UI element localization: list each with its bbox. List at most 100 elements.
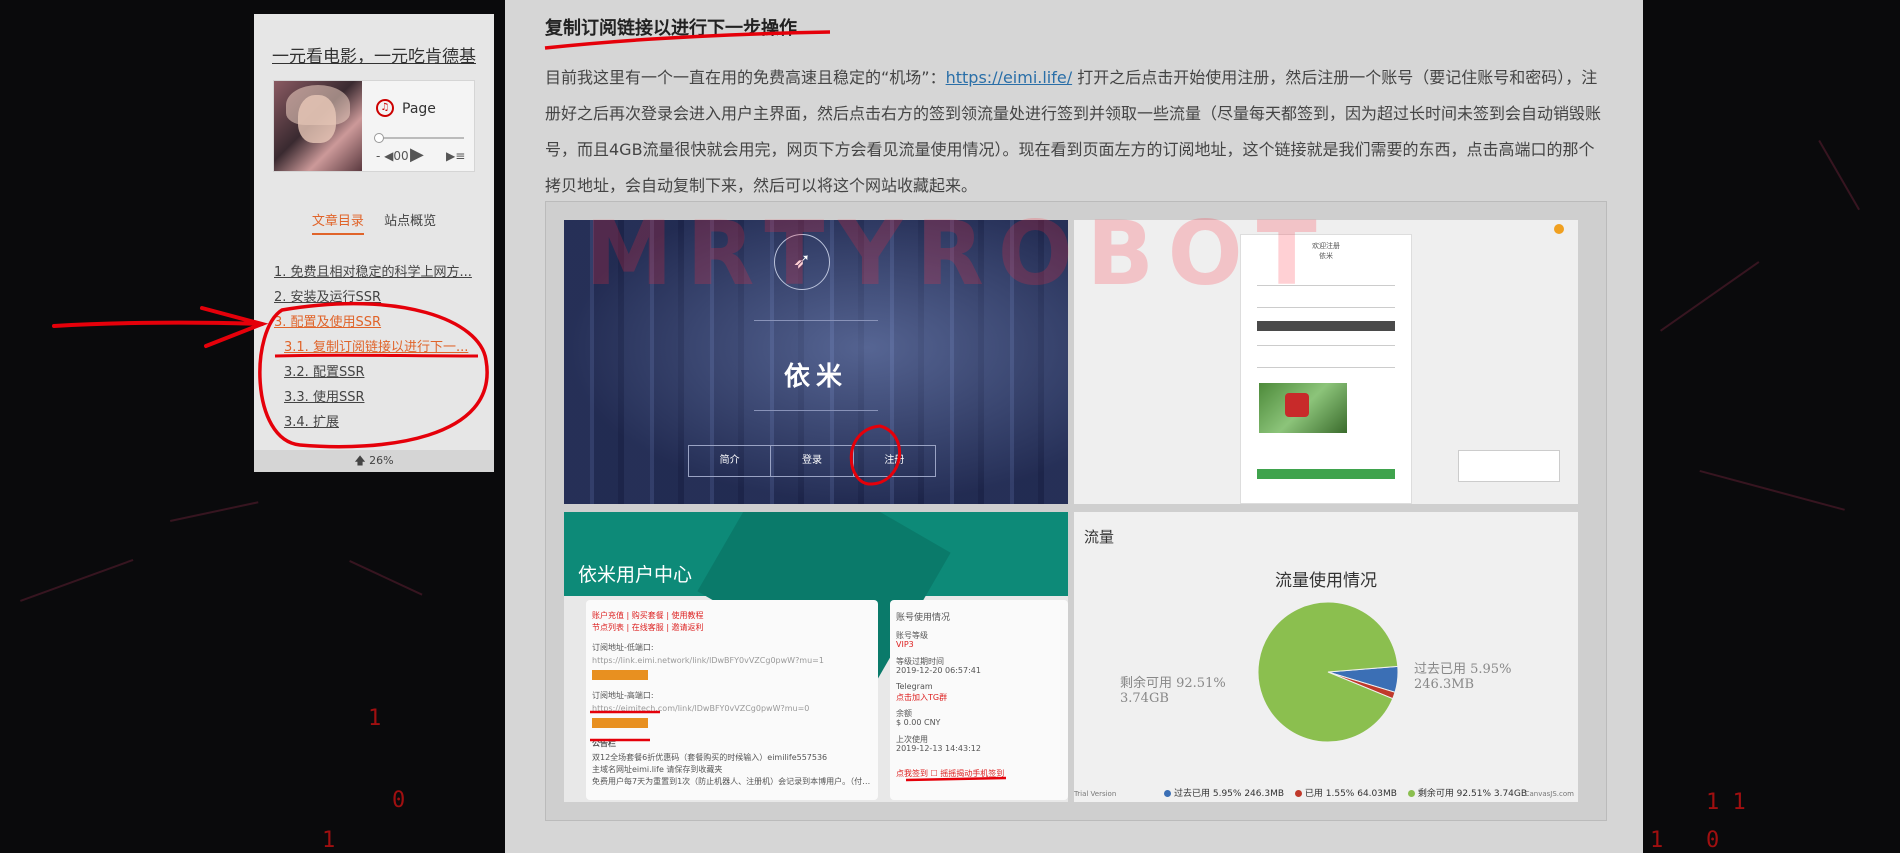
sidebar: 一元看电影，一元吃肯德基 ♫ Page - ◀00 ▶ ▶≡ 文章目录 站点概览… <box>254 14 494 472</box>
article-paragraph: 目前我这里有一个一直在用的免费高速且稳定的“机场”：https://eimi.l… <box>545 60 1605 204</box>
bg-digit: 1 <box>322 828 336 853</box>
register-button[interactable]: 注册 <box>854 446 935 476</box>
play-icon[interactable]: ▶ <box>410 144 424 165</box>
register-field[interactable] <box>1257 307 1395 308</box>
toc-item-2[interactable]: 2. 安装及运行SSR <box>274 285 484 310</box>
landing-buttons: 简介 登录 注册 <box>688 445 936 477</box>
netease-music-icon: ♫ <box>376 99 394 117</box>
toc-item-3-2[interactable]: 3.2. 配置SSR <box>274 360 484 385</box>
tab-overview[interactable]: 站点概览 <box>384 210 436 233</box>
album-cover <box>274 81 362 171</box>
tab-toc[interactable]: 文章目录 <box>311 210 364 235</box>
slice-label-text: 3.74GB <box>1120 691 1169 706</box>
section-heading: 复制订阅链接以进行下一步操作 <box>545 18 797 39</box>
register-card: 欢迎注册 依米 <box>1240 234 1412 504</box>
user-center-panel: 依米用户中心 账户充值 | 购买套餐 | 使用教程 节点列表 | 在线客服 | … <box>564 512 1068 802</box>
captcha-image[interactable] <box>1259 383 1347 433</box>
register-submit-bar[interactable] <box>1257 321 1395 331</box>
canvasjs-credit: CanvasJS.com <box>1524 790 1574 798</box>
subscription-card: 账户充值 | 购买套餐 | 使用教程 节点列表 | 在线客服 | 邀请返利 订阅… <box>586 600 878 800</box>
register-field[interactable] <box>1257 345 1395 346</box>
notice-title: 公告栏 <box>592 739 616 748</box>
pie-chart <box>1257 601 1399 743</box>
telegram-label: Telegram <box>896 682 933 691</box>
legend-item: 已用 1.55% 64.03MB <box>1304 789 1397 799</box>
checkin-button[interactable]: 点我签到 ☐ 摇摇揭动手机签到 <box>896 768 1004 779</box>
bg-line <box>349 560 423 596</box>
paragraph-text: 打开之后点击开始使用注册，然后注册一个账号（要记住账号和密码），注册好之后再次登… <box>545 68 1602 195</box>
slice-label-remaining: 剩余可用 92.51% 3.74GB <box>1120 672 1226 706</box>
notice-line: 免费用户每7天为重置到1次（防止机器人、注册机）会记录到本博用户。（付费用户无需… <box>592 777 872 786</box>
copy-low-button[interactable] <box>592 670 648 680</box>
toc-item-3-1[interactable]: 3.1. 复制订阅链接以进行下一... <box>274 335 484 360</box>
bg-line <box>1699 470 1845 511</box>
chart-legend: 过去已用 5.95% 246.3MB 已用 1.55% 64.03MB 剩余可用… <box>1156 786 1527 799</box>
online-value: 2019-12-13 14:43:12 <box>896 744 981 753</box>
paragraph-text: 目前我这里有一个一直在用的免费高速且稳定的“机场”： <box>545 68 946 87</box>
toc-item-1[interactable]: 1. 免费且相对稳定的科学上网方... <box>274 260 484 285</box>
user-avatar-icon <box>1554 224 1564 234</box>
slice-label-text: 剩余可用 92.51% <box>1120 676 1226 691</box>
bg-line <box>1818 140 1860 211</box>
sub-label-low: 订阅地址-低端口: <box>592 643 654 652</box>
screenshot-figure: ➶ 依米 简介 登录 注册 欢迎注册 依米 依米用户中心 账户充值 | 购买套餐… <box>545 201 1607 821</box>
account-title: 账号使用情况 <box>896 613 951 623</box>
legend-item: 过去已用 5.95% 246.3MB <box>1174 789 1285 799</box>
level-value: VIP3 <box>896 640 914 649</box>
site-motto[interactable]: 一元看电影，一元吃肯德基 <box>254 42 494 67</box>
progress-knob[interactable] <box>374 133 384 143</box>
bg-digit: 1 <box>1650 828 1664 853</box>
bg-line <box>170 501 259 522</box>
eimi-link[interactable]: https://eimi.life/ <box>946 68 1073 87</box>
toc-item-3-4[interactable]: 3.4. 扩展 <box>274 410 484 435</box>
register-confirm-button[interactable] <box>1257 469 1395 479</box>
table-of-contents: 1. 免费且相对稳定的科学上网方... 2. 安装及运行SSR 3. 配置及使用… <box>274 260 484 435</box>
reading-progress: 26% <box>369 454 394 467</box>
toc-item-3[interactable]: 3. 配置及使用SSR <box>274 310 484 335</box>
account-card: 账号使用情况 账号等级 VIP3 等级过期时间 2019-12-20 06:57… <box>890 600 1068 800</box>
bg-digit: 1 <box>368 706 382 731</box>
player-title: Page <box>402 101 436 117</box>
balance-value: $ 0.00 CNY <box>896 718 941 727</box>
register-panel: 欢迎注册 依米 <box>1074 220 1578 504</box>
chat-widget[interactable] <box>1458 450 1560 482</box>
traffic-panel: 流量 流量使用情况 剩余可用 92.51% 3.74GB 过去已用 5.95% 24… <box>1074 512 1578 802</box>
slice-label-past: 过去已用 5.95% 246.3MB <box>1414 658 1511 692</box>
article-body: 复制订阅链接以进行下一步操作 目前我这里有一个一直在用的免费高速且稳定的“机场”… <box>505 0 1643 853</box>
back-to-top[interactable]: 🡅 26% <box>254 450 494 472</box>
volume-icon[interactable]: - ◀00 <box>376 149 409 163</box>
rocket-icon: ➶ <box>774 234 830 290</box>
register-field[interactable] <box>1257 367 1395 368</box>
user-center-title: 依米用户中心 <box>578 564 693 586</box>
copy-high-button[interactable] <box>592 718 648 728</box>
bg-digit: 0 <box>1706 828 1720 853</box>
bg-digit: 1 1 <box>1706 790 1746 815</box>
landing-panel: ➶ 依米 简介 登录 注册 <box>564 220 1068 504</box>
telegram-link[interactable]: 点击加入TG群 <box>896 692 947 703</box>
notice-line: 主域名网址eimi.life 请保存到收藏夹 <box>592 765 723 774</box>
progress-track[interactable] <box>376 137 464 139</box>
slice-label-text: 246.3MB <box>1414 677 1475 692</box>
register-field[interactable] <box>1257 285 1395 286</box>
quick-links[interactable]: 节点列表 | 在线客服 | 邀请返利 <box>592 622 704 633</box>
bg-digit: 0 <box>392 788 406 813</box>
intro-button[interactable]: 简介 <box>689 446 772 476</box>
playlist-icon[interactable]: ▶≡ <box>446 149 465 163</box>
sub-url-low: https://link.eimi.network/link/lDwBFY0vV… <box>592 656 824 665</box>
register-subtitle: 依米 <box>1319 252 1333 260</box>
slice-label-text: 过去已用 5.95% <box>1414 662 1512 677</box>
arrow-up-icon: 🡅 <box>354 454 370 467</box>
expire-value: 2019-12-20 06:57:41 <box>896 666 981 675</box>
trial-label: Trial Version <box>1074 790 1117 798</box>
music-player: ♫ Page - ◀00 ▶ ▶≡ <box>273 80 475 172</box>
landing-brand: 依米 <box>783 362 848 392</box>
register-title: 欢迎注册 <box>1312 242 1340 250</box>
quick-links[interactable]: 账户充值 | 购买套餐 | 使用教程 <box>592 610 704 621</box>
toc-item-3-3[interactable]: 3.3. 使用SSR <box>274 385 484 410</box>
notice-line: 双12全场套餐6折优惠码（套餐购买的时候输入）eimilife557536 <box>592 753 828 762</box>
sidebar-tabs: 文章目录 站点概览 <box>254 210 494 235</box>
legend-item: 剩余可用 92.51% 3.74GB <box>1417 789 1528 799</box>
sub-url-high: https://eimitech.com/link/lDwBFY0vVZCg0p… <box>592 704 810 713</box>
login-button[interactable]: 登录 <box>771 446 854 476</box>
bg-line <box>1660 261 1760 332</box>
